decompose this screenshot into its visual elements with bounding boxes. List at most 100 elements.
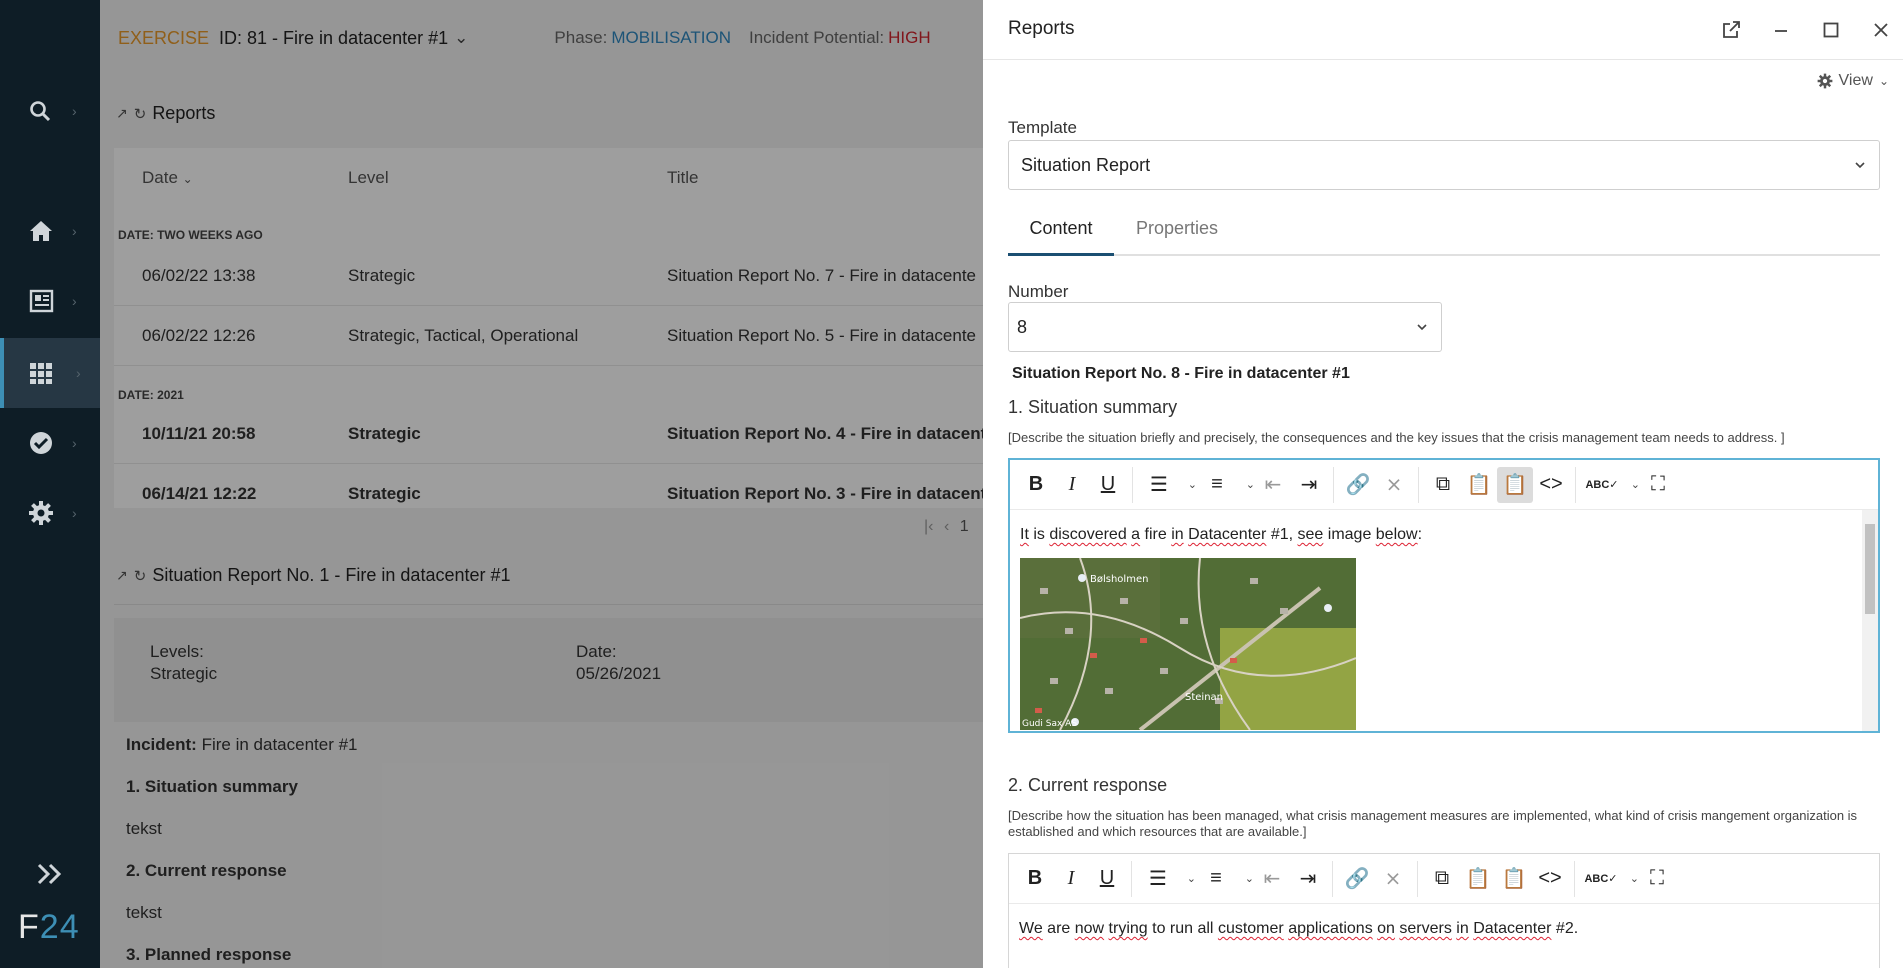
- italic-button[interactable]: I: [1053, 861, 1089, 897]
- link-button[interactable]: 🔗: [1340, 467, 1376, 503]
- fullscreen-button[interactable]: ⛶: [1640, 467, 1676, 503]
- cell-date: 06/14/21 12:22: [142, 484, 257, 503]
- copy-button[interactable]: ⧉: [1425, 467, 1461, 503]
- bullet-list-icon: ☰: [1150, 474, 1168, 496]
- editor-body[interactable]: We are now trying to run all customer ap…: [1009, 904, 1879, 954]
- numbered-list-button[interactable]: ≡ ⌄: [1196, 861, 1254, 897]
- close-button[interactable]: [1869, 18, 1893, 42]
- bold-button[interactable]: B: [1018, 467, 1054, 503]
- divider: [1574, 860, 1575, 897]
- underline-icon: U: [1099, 867, 1115, 889]
- paste-icon: 📋: [1465, 868, 1491, 890]
- open-external-icon[interactable]: ↗: [116, 567, 128, 584]
- sort-down-icon: ⌄: [182, 172, 193, 186]
- section-1-hint: [Describe the situation briefly and prec…: [1008, 430, 1785, 445]
- template-select[interactable]: Situation Report: [1008, 140, 1880, 190]
- bold-icon: B: [1028, 473, 1044, 495]
- unlink-icon: ⨯: [1385, 474, 1403, 496]
- divider: [1575, 466, 1576, 503]
- open-external-button[interactable]: [1719, 18, 1743, 42]
- refresh-icon[interactable]: ↻: [134, 567, 147, 585]
- chevron-right-icon: ›: [72, 223, 77, 239]
- nav-settings[interactable]: ›: [0, 478, 100, 548]
- minimize-button[interactable]: [1769, 18, 1793, 42]
- underline-button[interactable]: U: [1089, 861, 1125, 897]
- underline-button[interactable]: U: [1090, 467, 1126, 503]
- column-header-title[interactable]: Title: [667, 148, 699, 208]
- chevron-down-icon: ⌄: [1186, 872, 1196, 885]
- sidebar: › › › › › › F24: [0, 0, 100, 968]
- double-chevron-right-icon: [37, 863, 62, 885]
- section-1-editor[interactable]: B I U ☰ ⌄ ≡ ⌄ ⇤ ⇥ 🔗 ⨯ ⧉ 📋 📋 <> ABC✓ ⌄ ⛶ It …: [1008, 458, 1880, 733]
- tab-properties[interactable]: Properties: [1136, 218, 1218, 254]
- chevron-down-icon: [1417, 324, 1427, 331]
- unlink-button[interactable]: ⨯: [1375, 861, 1411, 897]
- table-row[interactable]: 06/02/22 13:38 Strategic Situation Repor…: [114, 246, 983, 306]
- map-label: Bølsholmen: [1090, 574, 1148, 585]
- outdent-button[interactable]: ⇤: [1254, 861, 1290, 897]
- bullet-list-button[interactable]: ☰ ⌄: [1138, 861, 1196, 897]
- editor-body[interactable]: It is discovered a fire in Datacenter #1…: [1010, 510, 1878, 731]
- outdent-button[interactable]: ⇤: [1255, 467, 1291, 503]
- spellcheck-button[interactable]: ABC✓ ⌄: [1581, 861, 1639, 897]
- open-external-icon[interactable]: ↗: [116, 105, 128, 122]
- source-code-button[interactable]: <>: [1532, 861, 1568, 897]
- paste-text-button[interactable]: 📋: [1497, 466, 1533, 503]
- indent-button[interactable]: ⇥: [1290, 861, 1326, 897]
- section-2-editor[interactable]: B I U ☰ ⌄ ≡ ⌄ ⇤ ⇥ 🔗 ⨯ ⧉ 📋 📋 <> ABC✓ ⌄ ⛶ We …: [1008, 853, 1880, 968]
- table-row[interactable]: 06/02/22 12:26 Strategic, Tactical, Oper…: [114, 306, 983, 366]
- italic-icon: I: [1068, 473, 1076, 495]
- unlink-button[interactable]: ⨯: [1376, 467, 1412, 503]
- prev-page-icon[interactable]: ‹: [944, 518, 949, 535]
- exercise-tag: EXERCISE: [118, 27, 210, 48]
- column-header-date[interactable]: Date ⌄: [142, 148, 193, 208]
- numbered-list-icon: ≡: [1211, 473, 1223, 495]
- bullet-list-button[interactable]: ☰ ⌄: [1139, 467, 1197, 503]
- tab-content[interactable]: Content: [1008, 218, 1114, 256]
- detail-section-1-title: 1. Situation summary: [126, 777, 298, 796]
- exercise-selector[interactable]: ID: 81 - Fire in datacenter #1: [219, 28, 448, 49]
- italic-button[interactable]: I: [1054, 467, 1090, 503]
- report-heading: Situation Report No. 8 - Fire in datacen…: [1012, 365, 1350, 382]
- bold-button[interactable]: B: [1017, 861, 1053, 897]
- copy-button[interactable]: ⧉: [1424, 861, 1460, 897]
- nav-search[interactable]: ›: [0, 76, 100, 146]
- detail-meta: Levels: Strategic Date: 05/26/2021: [114, 618, 983, 722]
- spellcheck-icon: ABC✓: [1585, 479, 1619, 491]
- nav-tasks[interactable]: ›: [0, 408, 100, 478]
- editor-toolbar: B I U ☰ ⌄ ≡ ⌄ ⇤ ⇥ 🔗 ⨯ ⧉ 📋 📋 <> ABC✓ ⌄ ⛶: [1009, 854, 1879, 904]
- paste-button[interactable]: 📋: [1461, 467, 1497, 503]
- outdent-icon: ⇤: [1264, 474, 1282, 496]
- maximize-button[interactable]: [1819, 18, 1843, 42]
- paste-text-button[interactable]: 📋: [1496, 861, 1532, 897]
- indent-button[interactable]: ⇥: [1291, 467, 1327, 503]
- date-label: Date:: [576, 642, 617, 661]
- expand-sidebar-button[interactable]: [36, 862, 64, 891]
- spellcheck-button[interactable]: ABC✓ ⌄: [1582, 467, 1640, 503]
- refresh-icon[interactable]: ↻: [134, 105, 147, 123]
- view-menu-button[interactable]: View ⌄: [1817, 72, 1889, 90]
- numbered-list-button[interactable]: ≡ ⌄: [1197, 467, 1255, 503]
- newspaper-icon: [29, 289, 54, 313]
- nav-home[interactable]: ›: [0, 196, 100, 266]
- paste-button[interactable]: 📋: [1460, 861, 1496, 897]
- link-button[interactable]: 🔗: [1339, 861, 1375, 897]
- table-row[interactable]: 06/14/21 12:22 Strategic Situation Repor…: [114, 464, 983, 508]
- table-row[interactable]: 10/11/21 20:58 Strategic Situation Repor…: [114, 404, 983, 464]
- section-2-title: 2. Current response: [1008, 775, 1168, 795]
- number-label: Number: [1008, 282, 1069, 301]
- first-page-icon[interactable]: |‹: [924, 518, 933, 535]
- reports-table: Date ⌄ Level Title DATE: TWO WEEKS AGO 0…: [114, 148, 983, 508]
- nav-reports[interactable]: ›: [0, 266, 100, 336]
- editor-scrollbar[interactable]: [1862, 510, 1878, 731]
- maximize-icon: [1823, 22, 1839, 38]
- fullscreen-button[interactable]: ⛶: [1639, 861, 1675, 897]
- levels-value: Strategic: [150, 664, 218, 683]
- number-select[interactable]: 8: [1008, 302, 1442, 352]
- chevron-right-icon: ›: [72, 103, 77, 119]
- nav-dashboard[interactable]: ›: [0, 338, 100, 408]
- scrollbar-thumb[interactable]: [1865, 524, 1875, 614]
- source-code-button[interactable]: <>: [1533, 467, 1569, 503]
- column-header-level[interactable]: Level: [348, 148, 389, 208]
- page-number[interactable]: 1: [960, 518, 969, 535]
